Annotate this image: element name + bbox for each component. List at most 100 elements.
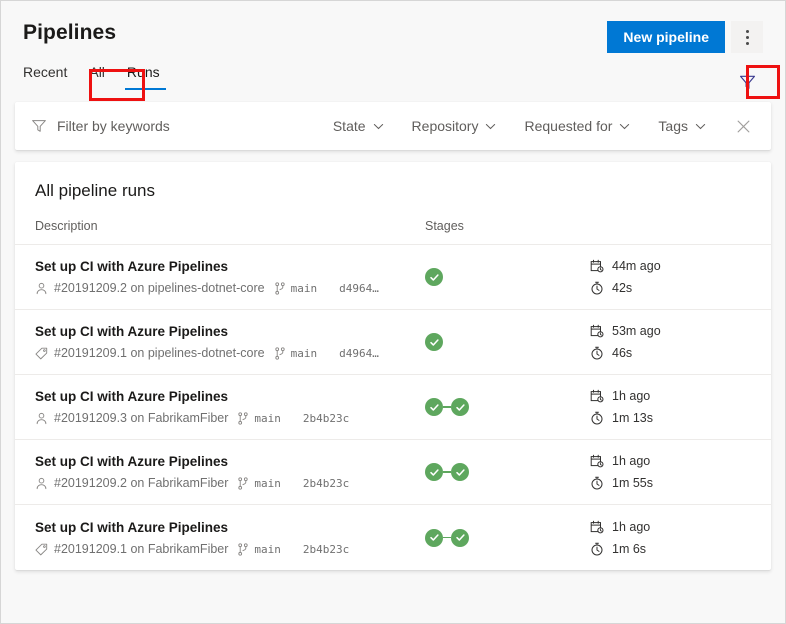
run-duration-label: 42s [612,280,632,296]
dropdown-tags[interactable]: Tags [644,118,720,134]
run-commit[interactable]: 2b4b23c [303,410,349,427]
run-branch[interactable]: main [237,475,281,492]
run-stages [425,529,590,547]
run-meta: #20191209.2 on FabrikamFibermain2b4b23c [35,475,425,492]
stopwatch-icon [590,281,604,295]
table-row[interactable]: Set up CI with Azure Pipelines #20191209.… [15,310,771,375]
run-id: #20191209.1 on pipelines-dotnet-core [54,345,265,362]
run-duration: 1m 6s [590,541,751,557]
run-commit[interactable]: 2b4b23c [303,475,349,492]
run-commit[interactable]: 2b4b23c [303,541,349,558]
tab-all-label: All [89,64,105,80]
clear-filters-button[interactable] [720,119,757,134]
tab-runs[interactable]: Runs [116,61,171,90]
stage-connector [443,471,451,473]
more-dot [746,36,749,39]
run-time-ago-label: 1h ago [612,519,650,535]
tab-recent-label: Recent [23,64,67,80]
table-row[interactable]: Set up CI with Azure Pipelines #20191209.… [15,245,771,310]
runs-column-headers: Description Stages [15,203,771,245]
tab-runs-label: Runs [127,64,160,80]
run-name[interactable]: Set up CI with Azure Pipelines [35,322,425,341]
filter-bar: Filter by keywords State Repository Requ… [15,102,771,150]
run-times: 1h ago 1m 6s [590,519,751,557]
more-actions-button[interactable] [731,21,763,53]
run-branch-name: main [291,345,318,362]
header-actions: New pipeline [607,21,763,53]
table-row[interactable]: Set up CI with Azure Pipelines#20191209.… [15,375,771,440]
table-row[interactable]: Set up CI with Azure Pipelines #20191209.… [15,505,771,570]
more-dot [746,42,749,45]
stopwatch-icon [590,476,604,490]
stage-status-succeeded-icon[interactable] [451,529,469,547]
run-times: 1h ago 1m 55s [590,453,751,491]
dropdown-state-label: State [333,118,366,134]
stage-status-succeeded-icon[interactable] [425,398,443,416]
filter-toggle-button[interactable] [732,67,762,97]
run-stages [425,463,590,481]
stage-status-succeeded-icon[interactable] [451,463,469,481]
person-icon [35,282,48,295]
runs-list: Set up CI with Azure Pipelines #20191209.… [15,245,771,570]
run-id: #20191209.1 on FabrikamFiber [54,541,228,558]
stage-status-succeeded-icon[interactable] [425,268,443,286]
column-header-stages-label: Stages [425,219,464,233]
stage-status-succeeded-icon[interactable] [425,463,443,481]
table-row[interactable]: Set up CI with Azure Pipelines#20191209.… [15,440,771,505]
run-branch-name: main [291,280,318,297]
branch-icon [237,543,249,556]
tab-all[interactable]: All [78,61,116,90]
run-time-ago: 1h ago [590,453,751,469]
run-name[interactable]: Set up CI with Azure Pipelines [35,518,425,537]
tab-list: Recent All Runs [23,61,763,90]
run-time-ago-label: 44m ago [612,258,661,274]
stage-connector [443,406,451,408]
branch-icon [274,282,286,295]
chevron-down-icon [373,121,384,132]
calendar-clock-icon [590,520,604,534]
filter-dropdowns: State Repository Requested for [319,118,757,134]
run-name[interactable]: Set up CI with Azure Pipelines [35,452,425,471]
run-times: 44m ago 42s [590,258,751,296]
stopwatch-icon [590,542,604,556]
run-commit[interactable]: d4964… [339,280,379,297]
run-time-ago-label: 53m ago [612,323,661,339]
new-pipeline-button[interactable]: New pipeline [607,21,725,53]
calendar-clock-icon [590,389,604,403]
more-dot [746,30,749,33]
run-name[interactable]: Set up CI with Azure Pipelines [35,257,425,276]
stage-status-succeeded-icon[interactable] [451,398,469,416]
dropdown-requested-for-label: Requested for [524,118,612,134]
chevron-down-icon [695,121,706,132]
branch-icon [237,477,249,490]
dropdown-requested-for[interactable]: Requested for [510,118,644,134]
run-branch[interactable]: main [274,345,318,362]
dropdown-tags-label: Tags [658,118,688,134]
stage-status-succeeded-icon[interactable] [425,529,443,547]
run-meta: #20191209.2 on pipelines-dotnet-coremain… [35,280,425,297]
funnel-icon [739,74,756,91]
dropdown-repository[interactable]: Repository [398,118,511,134]
run-branch-name: main [254,475,281,492]
run-duration-label: 1m 6s [612,541,646,557]
run-times: 53m ago 46s [590,323,751,361]
run-duration: 46s [590,345,751,361]
keyword-filter[interactable]: Filter by keywords [31,118,319,134]
run-time-ago: 53m ago [590,323,751,339]
run-name[interactable]: Set up CI with Azure Pipelines [35,387,425,406]
stage-status-succeeded-icon[interactable] [425,333,443,351]
search-input-placeholder: Filter by keywords [57,118,170,134]
dropdown-state[interactable]: State [319,118,398,134]
run-time-ago: 1h ago [590,519,751,535]
tag-icon [35,543,48,556]
calendar-clock-icon [590,454,604,468]
run-commit[interactable]: d4964… [339,345,379,362]
tab-recent[interactable]: Recent [23,61,78,90]
run-duration-label: 46s [612,345,632,361]
person-icon [35,412,48,425]
run-branch[interactable]: main [237,541,281,558]
run-branch[interactable]: main [237,410,281,427]
run-branch[interactable]: main [274,280,318,297]
run-description: Set up CI with Azure Pipelines #20191209.… [35,322,425,362]
run-duration-label: 1m 55s [612,475,653,491]
